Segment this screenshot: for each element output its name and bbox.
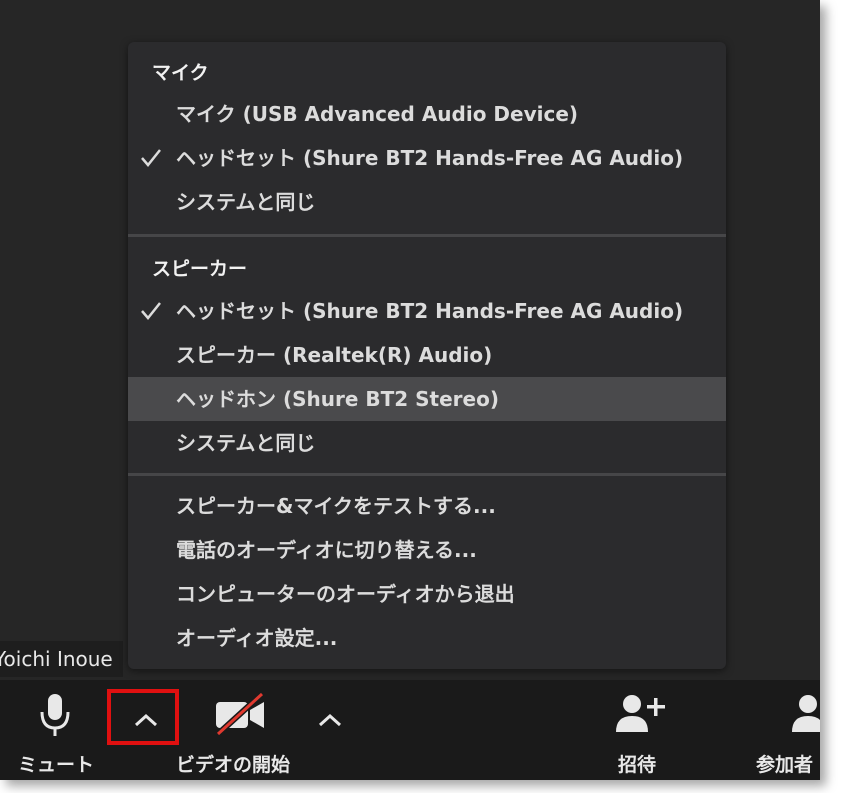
start-video-label: ビデオの開始 xyxy=(176,754,291,776)
add-person-icon xyxy=(616,695,665,732)
mute-button[interactable]: ミュート xyxy=(10,680,100,780)
menu-item-label: コンピューターのオーディオから退出 xyxy=(176,582,515,606)
speaker-section-header: スピーカー xyxy=(152,258,248,280)
microphone-icon xyxy=(40,694,70,736)
mic-section-header: マイク xyxy=(152,62,209,84)
mute-label: ミュート xyxy=(18,754,95,776)
speaker-option-headphones[interactable]: ヘッドホン (Shure BT2 Stereo) xyxy=(128,377,726,421)
highlight-annotation-box xyxy=(107,689,179,745)
speaker-option-realtek[interactable]: スピーカー (Realtek(R) Audio) xyxy=(128,333,726,377)
video-camera-off-icon xyxy=(215,692,265,736)
menu-divider xyxy=(128,234,726,237)
participants-icon xyxy=(792,695,820,732)
menu-item-label: ヘッドセット (Shure BT2 Hands-Free AG Audio) xyxy=(176,299,684,323)
leave-computer-audio-item[interactable]: コンピューターのオーディオから退出 xyxy=(128,572,726,616)
menu-item-label: スピーカー (Realtek(R) Audio) xyxy=(176,343,493,367)
speaker-option-headset[interactable]: ヘッドセット (Shure BT2 Hands-Free AG Audio) xyxy=(128,289,726,333)
audio-options-menu: マイク マイク (USB Advanced Audio Device) ヘッドセ… xyxy=(128,42,726,669)
start-video-button[interactable]: ビデオの開始 xyxy=(170,680,310,780)
participant-name-tag: Yoichi Inoue xyxy=(0,641,123,677)
mic-option-headset[interactable]: ヘッドセット (Shure BT2 Hands-Free AG Audio) xyxy=(128,136,726,180)
menu-item-label: スピーカー&マイクをテストする... xyxy=(176,494,496,518)
menu-item-label: システムと同じ xyxy=(176,190,316,214)
chevron-up-icon[interactable] xyxy=(317,712,343,728)
invite-button[interactable]: 招待 xyxy=(600,680,680,780)
menu-divider xyxy=(128,473,726,476)
menu-item-label: システムと同じ xyxy=(176,431,316,455)
menu-item-label: 電話のオーディオに切り替える... xyxy=(176,538,477,562)
test-speaker-mic-item[interactable]: スピーカー&マイクをテストする... xyxy=(128,484,726,528)
switch-to-phone-audio-item[interactable]: 電話のオーディオに切り替える... xyxy=(128,528,726,572)
audio-settings-item[interactable]: オーディオ設定... xyxy=(128,616,726,660)
mic-option-usb[interactable]: マイク (USB Advanced Audio Device) xyxy=(128,92,726,136)
checkmark-icon xyxy=(141,302,161,320)
mic-option-system[interactable]: システムと同じ xyxy=(128,180,726,224)
menu-item-label: ヘッドホン (Shure BT2 Stereo) xyxy=(176,387,499,411)
zoom-meeting-window: Yoichi Inoue マイク マイク (USB Advanced Audio… xyxy=(0,0,820,780)
menu-item-label: マイク (USB Advanced Audio Device) xyxy=(176,102,579,126)
menu-item-label: ヘッドセット (Shure BT2 Hands-Free AG Audio) xyxy=(176,146,684,170)
checkmark-icon xyxy=(141,149,161,167)
menu-item-label: オーディオ設定... xyxy=(176,626,338,650)
participants-button[interactable]: 参加者 xyxy=(752,680,820,780)
participants-label: 参加者 xyxy=(756,754,814,776)
speaker-option-system[interactable]: システムと同じ xyxy=(128,421,726,465)
invite-label: 招待 xyxy=(618,754,657,776)
